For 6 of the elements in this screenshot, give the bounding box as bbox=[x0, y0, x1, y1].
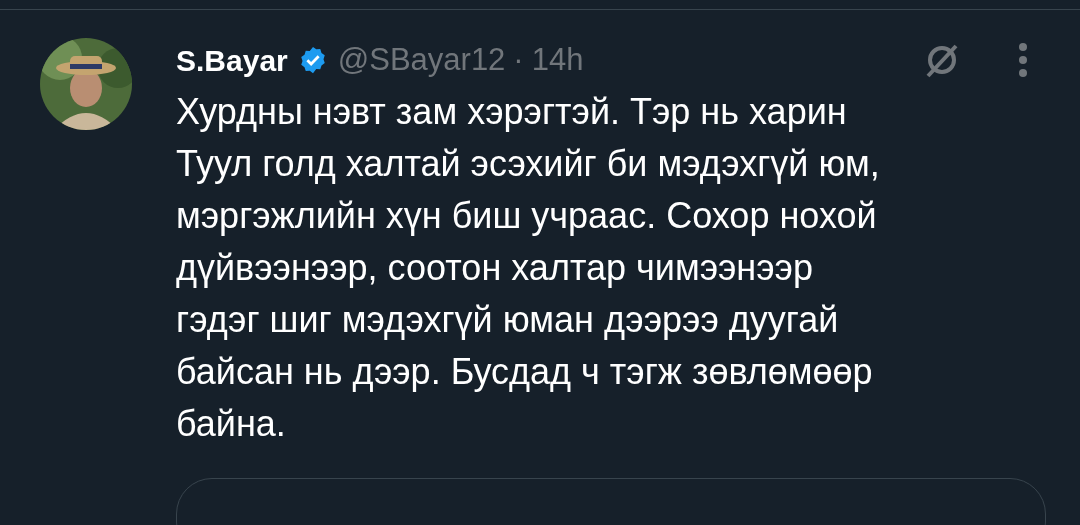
tweet-text: Хурдны нэвт зам хэрэгтэй. Тэр нь харин Туул голд халтай эсэхийг би мэдэхгүй юм, мэргэжлийн хүн биш учраас. Сохор нохой дүйвээнээр, соотон халтар чимээнээр гэдэг шиг мэдэхгүй юман дээрээ дуугай байсан нь дээр. Бусдад ч тэгж зөвлөмөөр байна. bbox=[176, 90, 881, 446]
timestamp[interactable]: 14h bbox=[531, 36, 584, 84]
separator: · bbox=[513, 40, 524, 79]
author-name[interactable]: S.Bayar bbox=[176, 37, 288, 83]
author-handle[interactable]: @SBayar12 bbox=[337, 36, 506, 84]
more-options-icon[interactable] bbox=[1018, 42, 1028, 78]
